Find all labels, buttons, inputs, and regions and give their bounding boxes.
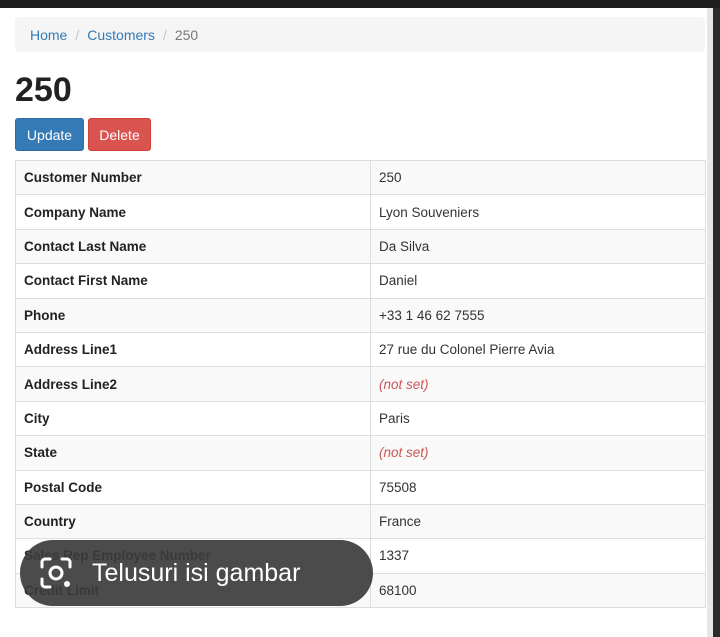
- detail-value: 68100: [370, 572, 706, 609]
- detail-value-text: 250: [379, 170, 402, 186]
- detail-value: Lyon Souveniers: [370, 194, 706, 230]
- detail-value-text: 75508: [379, 479, 417, 495]
- detail-label: City: [15, 400, 371, 437]
- detail-label: Contact First Name: [15, 263, 371, 299]
- detail-label: Postal Code: [15, 469, 371, 505]
- breadcrumb-separator: /: [75, 26, 80, 43]
- detail-row: Customer Number 250: [15, 159, 706, 196]
- detail-value: Da Silva: [370, 228, 706, 265]
- detail-label: Company Name: [15, 194, 371, 230]
- breadcrumb-separator: /: [162, 26, 167, 43]
- detail-value: 27 rue du Colonel Pierre Avia: [370, 331, 706, 368]
- detail-value-text: Daniel: [379, 273, 418, 289]
- breadcrumb-home-link[interactable]: Home: [30, 27, 67, 43]
- delete-button[interactable]: Delete: [88, 118, 151, 151]
- breadcrumb-current: 250: [174, 26, 199, 43]
- detail-label: Address Line2: [15, 366, 371, 402]
- detail-row: Contact First Name Daniel: [15, 263, 706, 299]
- detail-row: Postal Code 75508: [15, 469, 706, 505]
- browser-top-bar: [0, 0, 720, 8]
- detail-row: Phone +33 1 46 62 7555: [15, 297, 706, 333]
- detail-value-text: 1337: [379, 548, 410, 564]
- update-button[interactable]: Update: [15, 118, 84, 151]
- detail-value: 75508: [370, 469, 706, 505]
- detail-value-text: Lyon Souveniers: [379, 204, 480, 220]
- page-title: 250: [15, 71, 72, 109]
- detail-row: Address Line2 (not set): [15, 366, 706, 402]
- detail-value-text: France: [379, 514, 422, 530]
- detail-value-text: Da Silva: [379, 238, 430, 254]
- detail-row: State (not set): [15, 435, 706, 471]
- detail-value-text: 27 rue du Colonel Pierre Avia: [379, 342, 555, 358]
- detail-value: (not set): [370, 435, 706, 471]
- detail-value-text: +33 1 46 62 7555: [379, 307, 485, 323]
- breadcrumb: Home / Customers / 250: [15, 17, 705, 52]
- detail-label: Customer Number: [15, 159, 371, 196]
- not-set-value: (not set): [379, 445, 429, 461]
- breadcrumb-customers-link[interactable]: Customers: [87, 27, 155, 43]
- search-image-button[interactable]: Telusuri isi gambar: [20, 540, 373, 606]
- detail-row: Company Name Lyon Souveniers: [15, 194, 706, 230]
- detail-value: Daniel: [370, 263, 706, 299]
- detail-row: Contact Last Name Da Silva: [15, 228, 706, 265]
- detail-value-text: Paris: [379, 410, 410, 426]
- scrollbar[interactable]: [713, 8, 720, 637]
- detail-value: France: [370, 503, 706, 540]
- detail-value-text: 68100: [379, 582, 417, 598]
- detail-value: 250: [370, 159, 706, 196]
- lens-icon: [40, 557, 72, 589]
- detail-value: 1337: [370, 538, 706, 574]
- detail-value: +33 1 46 62 7555: [370, 297, 706, 333]
- detail-value: Paris: [370, 400, 706, 437]
- not-set-value: (not set): [379, 376, 429, 392]
- detail-row: City Paris: [15, 400, 706, 437]
- detail-label: State: [15, 435, 371, 471]
- detail-label: Phone: [15, 297, 371, 333]
- detail-label: Country: [15, 503, 371, 540]
- detail-label: Contact Last Name: [15, 228, 371, 265]
- detail-value: (not set): [370, 366, 706, 402]
- detail-label: Address Line1: [15, 331, 371, 368]
- search-image-label: Telusuri isi gambar: [92, 558, 301, 587]
- detail-row: Country France: [15, 503, 706, 540]
- detail-row: Address Line1 27 rue du Colonel Pierre Av…: [15, 331, 706, 368]
